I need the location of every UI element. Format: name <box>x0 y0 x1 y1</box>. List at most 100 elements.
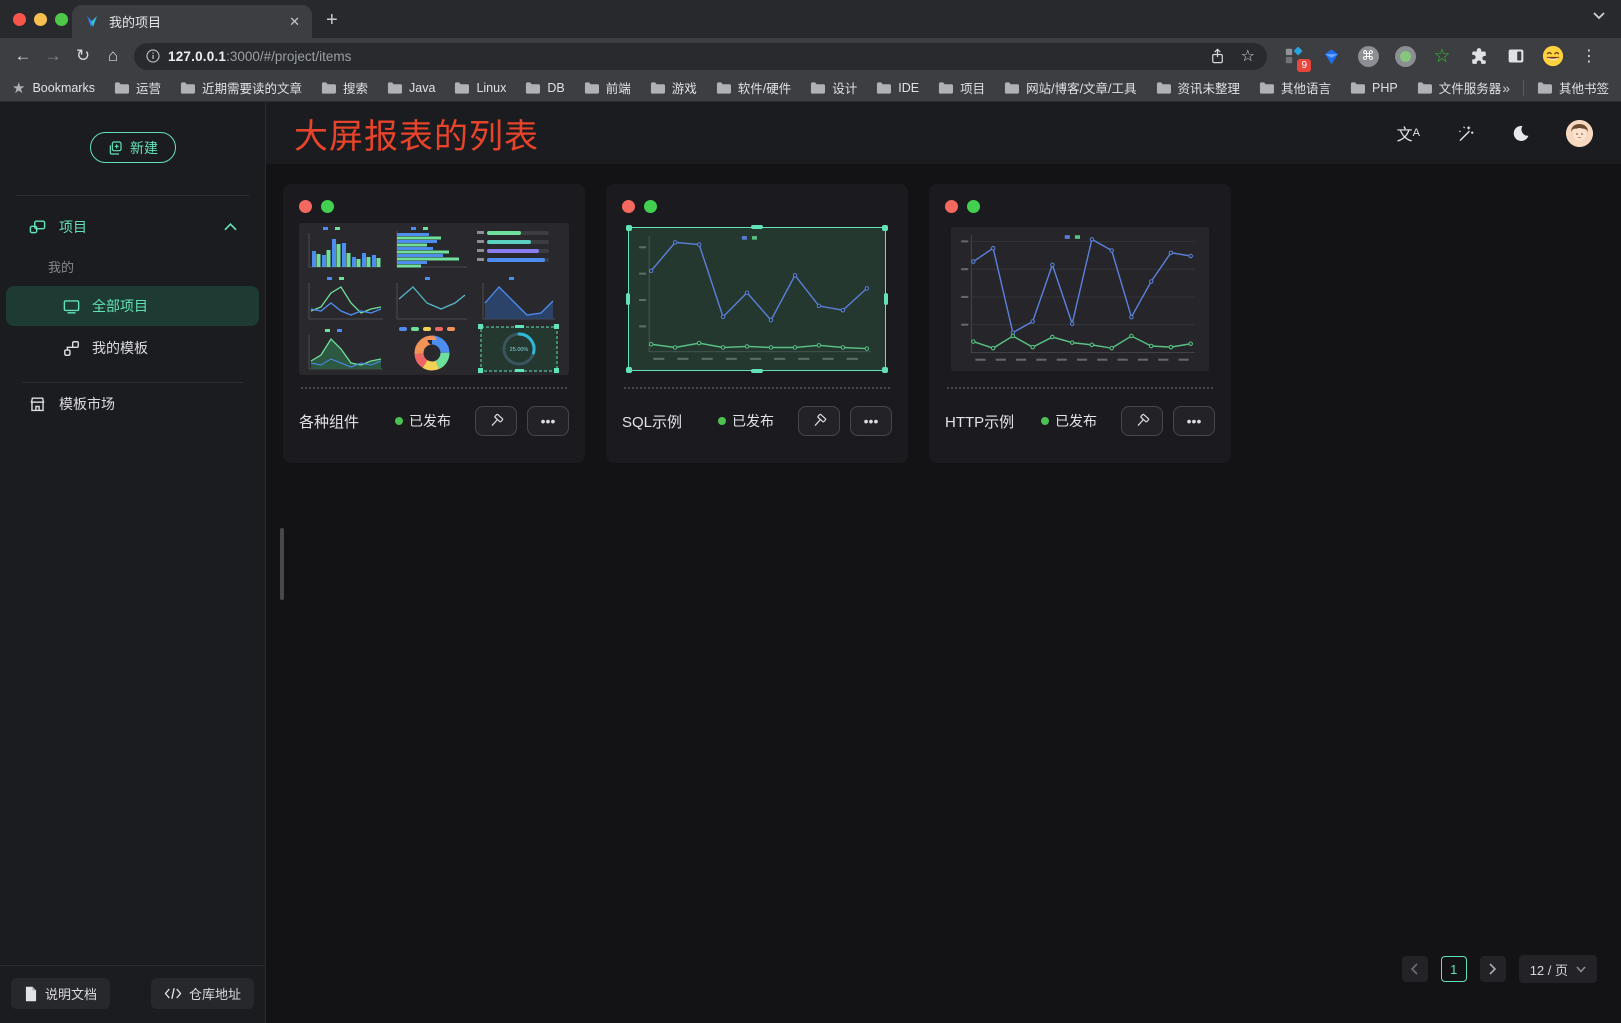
url-host: 127.0.0.1 <box>168 49 226 64</box>
publish-status: 已发布 <box>1041 411 1097 431</box>
page-size-select[interactable]: 12 / 页 <box>1519 955 1597 983</box>
extension-blocks-icon[interactable]: 9 <box>1283 45 1305 67</box>
magic-wand-icon[interactable] <box>1456 124 1475 143</box>
bookmark-folder[interactable]: 近期需要读的文章 <box>180 78 302 97</box>
bookmark-folder-label: 设计 <box>832 78 857 97</box>
language-icon[interactable]: 文A <box>1397 121 1420 145</box>
maximize-window-button[interactable] <box>55 13 68 26</box>
bookmark-folder[interactable]: PHP <box>1350 81 1398 95</box>
extensions-bar: 9 ⌘ ☆ <box>1275 45 1613 67</box>
user-avatar[interactable] <box>1566 120 1593 147</box>
close-window-button[interactable] <box>13 13 26 26</box>
bookmark-folder[interactable]: 软件/硬件 <box>716 78 791 97</box>
scrollbar-thumb[interactable] <box>280 528 284 600</box>
bookmarks-manager-item[interactable]: ★ Bookmarks <box>12 79 95 97</box>
url-path: :3000/#/project/items <box>226 49 351 64</box>
back-button[interactable]: ← <box>8 42 38 70</box>
profile-avatar-icon[interactable] <box>1542 45 1564 67</box>
bookmark-folder[interactable]: IDE <box>876 81 919 95</box>
chevron-down-icon <box>1576 966 1586 973</box>
browser-menu-icon[interactable]: ⋮ <box>1579 46 1603 66</box>
mini-charts-grid: 25.00% <box>299 223 569 375</box>
bookmark-star-icon[interactable]: ☆ <box>1241 46 1255 66</box>
bookmark-folder[interactable]: 资讯未整理 <box>1156 78 1241 97</box>
reload-button[interactable]: ↻ <box>68 42 98 70</box>
bookmark-folder[interactable]: 搜索 <box>321 78 368 97</box>
bookmark-folder-label: 近期需要读的文章 <box>202 78 302 97</box>
tab-close-icon[interactable]: ✕ <box>289 14 300 30</box>
publish-status: 已发布 <box>395 411 451 431</box>
bookmark-folder[interactable]: 网站/博客/文章/工具 <box>1004 78 1136 97</box>
tab-search-chevron-icon[interactable] <box>1593 12 1605 20</box>
browser-tab[interactable]: 我的项目 ✕ <box>72 5 312 38</box>
bookmark-folder[interactable]: 文件服务器 <box>1417 78 1502 97</box>
sidebar-item-all-projects-label: 全部项目 <box>92 296 148 316</box>
edit-project-button[interactable] <box>798 406 840 436</box>
share-icon[interactable] <box>1210 48 1225 65</box>
project-card-components[interactable]: 25.00% 各种组件 已发布 <box>283 184 585 463</box>
next-page-button[interactable] <box>1480 956 1506 982</box>
folder-icon <box>810 81 825 94</box>
repo-button[interactable]: 仓库地址 <box>151 978 254 1009</box>
new-project-button[interactable]: 新建 <box>90 132 176 163</box>
bookmark-folder[interactable]: Java <box>387 81 435 95</box>
card-window-dots <box>299 194 569 223</box>
bookmark-folder[interactable]: Linux <box>454 81 506 95</box>
bookmarks-overflow-chevron[interactable]: » <box>1502 80 1510 96</box>
other-bookmarks-folder[interactable]: 其他书签 <box>1537 78 1609 97</box>
bookmarks-bar: ★ Bookmarks 运营 近期需要读的文章 搜索 Java Linux <box>0 74 1621 102</box>
sidebar-item-my-templates[interactable]: 我的模板 <box>6 328 259 368</box>
line-chart <box>951 227 1209 371</box>
sidebar-section-project[interactable]: 项目 <box>6 206 259 248</box>
side-panel-icon[interactable] <box>1505 45 1527 67</box>
extension-gem-icon[interactable] <box>1320 45 1342 67</box>
folder-icon <box>1417 81 1432 94</box>
green-dot-icon <box>321 200 334 213</box>
folder-icon <box>114 81 129 94</box>
chart-panel <box>951 227 1209 371</box>
chevron-up-icon[interactable] <box>224 223 237 231</box>
home-button[interactable]: ⌂ <box>98 42 128 70</box>
sidebar-item-template-market-label: 模板市场 <box>59 394 115 414</box>
extension-recorder-icon[interactable] <box>1394 45 1416 67</box>
sidebar-item-template-market[interactable]: 模板市场 <box>6 383 259 425</box>
bookmark-folder[interactable]: 前端 <box>584 78 631 97</box>
bookmark-folder-label: 其他语言 <box>1281 78 1331 97</box>
hammer-icon <box>811 413 828 430</box>
bookmark-folder[interactable]: 游戏 <box>650 78 697 97</box>
bookmark-folder-label: PHP <box>1372 81 1398 95</box>
edit-project-button[interactable] <box>1121 406 1163 436</box>
extension-command-icon[interactable]: ⌘ <box>1357 45 1379 67</box>
bookmark-folder-label: 搜索 <box>343 78 368 97</box>
card-dashed-divider <box>947 387 1213 389</box>
bookmark-folder[interactable]: 设计 <box>810 78 857 97</box>
new-tab-button[interactable]: + <box>326 10 338 30</box>
site-info-icon[interactable] <box>146 49 160 63</box>
sidebar-group-my-label: 我的 <box>48 257 74 276</box>
bookmark-folder[interactable]: 其他语言 <box>1259 78 1331 97</box>
project-title: HTTP示例 <box>945 411 1014 432</box>
bookmark-folder[interactable]: DB <box>525 81 564 95</box>
extension-star-icon[interactable]: ☆ <box>1431 45 1453 67</box>
more-options-button[interactable]: ••• <box>527 406 569 436</box>
hammer-icon <box>488 413 505 430</box>
edit-project-button[interactable] <box>475 406 517 436</box>
minimize-window-button[interactable] <box>34 13 47 26</box>
bookmark-folder[interactable]: 运营 <box>114 78 161 97</box>
bookmark-folder[interactable]: 项目 <box>938 78 985 97</box>
more-options-button[interactable]: ••• <box>850 406 892 436</box>
project-card-http[interactable]: HTTP示例 已发布 ••• <box>929 184 1231 463</box>
extensions-puzzle-icon[interactable] <box>1468 45 1490 67</box>
project-card-sql[interactable]: SQL示例 已发布 ••• <box>606 184 908 463</box>
forward-button[interactable]: → <box>38 42 68 70</box>
sidebar-item-all-projects[interactable]: 全部项目 <box>6 286 259 326</box>
extension-badge: 9 <box>1297 59 1311 72</box>
docs-button[interactable]: 说明文档 <box>11 978 110 1009</box>
current-page-button[interactable]: 1 <box>1441 956 1467 982</box>
dark-mode-moon-icon[interactable] <box>1511 124 1530 143</box>
bookmarks-separator <box>1523 80 1524 96</box>
more-options-button[interactable]: ••• <box>1173 406 1215 436</box>
prev-page-button[interactable] <box>1402 956 1428 982</box>
repo-button-label: 仓库地址 <box>189 984 241 1003</box>
address-bar[interactable]: 127.0.0.1:3000/#/project/items ☆ <box>134 43 1267 70</box>
